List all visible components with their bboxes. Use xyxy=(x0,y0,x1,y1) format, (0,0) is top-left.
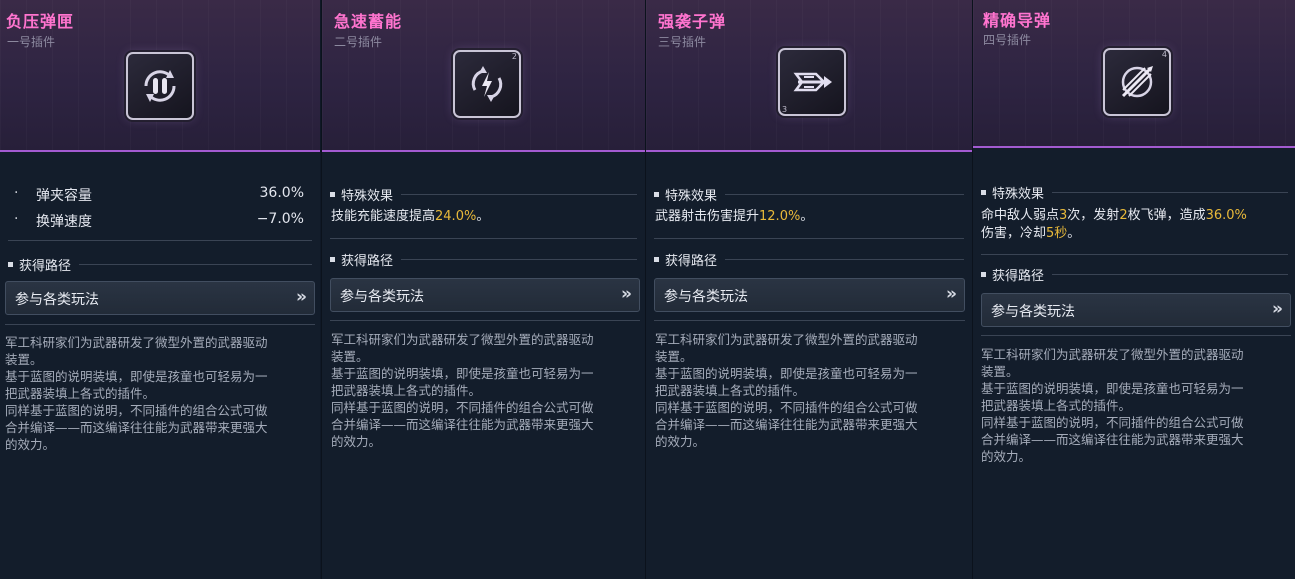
card-header: 强袭子弹 三号插件 3 xyxy=(646,0,972,152)
acquire-path-button[interactable]: 参与各类玩法 » xyxy=(5,281,315,315)
plugin-card-4[interactable]: 精确导弹 四号插件 4 特殊效果 命中敌人弱点3次，发射2枚飞弹，造成36.0% xyxy=(972,0,1295,579)
acquire-heading: 获得路径 xyxy=(8,255,312,274)
chevron-right-icon: » xyxy=(1272,299,1283,319)
stat-value: 36.0% xyxy=(259,185,304,201)
button-label: 参与各类玩法 xyxy=(664,289,748,305)
card-subtitle: 一号插件 xyxy=(7,35,56,49)
acquire-heading: 获得路径 xyxy=(330,250,637,269)
precision-missile-icon: 4 xyxy=(1103,48,1171,116)
effect-text: 技能充能速度提高24.0%。 xyxy=(331,209,490,224)
plugin-card-1[interactable]: 负压弹匣 一号插件 · 弹夹容量 36.0% · 换弹速度 −7.0% 获得路径… xyxy=(0,0,320,579)
acquire-heading: 获得路径 xyxy=(654,250,964,269)
button-label: 参与各类玩法 xyxy=(15,292,99,308)
divider xyxy=(330,238,637,239)
acquire-path-button[interactable]: 参与各类玩法 » xyxy=(654,278,965,312)
acquire-heading: 获得路径 xyxy=(981,265,1288,284)
divider xyxy=(8,240,312,241)
effect-text: 命中敌人弱点3次，发射2枚飞弹，造成36.0% 伤害，冷却5秒。 xyxy=(981,208,1247,241)
divider xyxy=(654,320,965,321)
stat-name: 换弹速度 xyxy=(36,214,92,230)
stat-value: −7.0% xyxy=(256,211,304,227)
lore-text: 军工科研家们为武器研发了微型外置的武器驱动 装置。 基于蓝图的说明装填，即使是孩童也… xyxy=(655,332,918,449)
acquire-path-button[interactable]: 参与各类玩法 » xyxy=(981,293,1291,327)
chevron-right-icon: » xyxy=(946,284,957,304)
divider xyxy=(654,238,964,239)
stat-name: 弹夹容量 xyxy=(36,188,92,204)
card-title: 强袭子弹 xyxy=(658,12,727,31)
card-title: 急速蓄能 xyxy=(334,12,403,31)
divider xyxy=(981,254,1288,255)
plugin-card-2[interactable]: 急速蓄能 二号插件 2 特殊效果 技能充能速度提高24.0%。 获得路径 参与各… xyxy=(321,0,645,579)
effect-heading: 特殊效果 xyxy=(654,185,964,204)
rapid-charge-icon: 2 xyxy=(453,50,521,118)
card-title: 精确导弹 xyxy=(983,11,1052,30)
button-label: 参与各类玩法 xyxy=(991,304,1075,320)
card-header: 负压弹匣 一号插件 xyxy=(0,0,320,152)
card-header: 精确导弹 四号插件 4 xyxy=(973,0,1295,148)
divider xyxy=(5,324,315,325)
card-subtitle: 三号插件 xyxy=(658,35,707,49)
divider xyxy=(330,320,640,321)
card-header: 急速蓄能 二号插件 2 xyxy=(322,0,645,152)
divider xyxy=(981,335,1291,336)
card-subtitle: 四号插件 xyxy=(983,33,1032,47)
acquire-path-button[interactable]: 参与各类玩法 » xyxy=(330,278,640,312)
button-label: 参与各类玩法 xyxy=(340,289,424,305)
lore-text: 军工科研家们为武器研发了微型外置的武器驱动 装置。 基于蓝图的说明装填，即使是孩童也… xyxy=(981,347,1244,464)
chevron-right-icon: » xyxy=(296,287,307,307)
lore-text: 军工科研家们为武器研发了微型外置的武器驱动 装置。 基于蓝图的说明装填，即使是孩童也… xyxy=(5,335,268,452)
assault-bullet-icon: 3 xyxy=(778,48,846,116)
plugin-card-3[interactable]: 强袭子弹 三号插件 3 特殊效果 武器射击伤害提升12.0%。 获得路径 参与各… xyxy=(645,0,972,579)
card-subtitle: 二号插件 xyxy=(334,35,383,49)
chevron-right-icon: » xyxy=(621,284,632,304)
card-title: 负压弹匣 xyxy=(6,12,75,31)
magazine-reload-icon xyxy=(126,52,194,120)
effect-heading: 特殊效果 xyxy=(330,185,637,204)
effect-text: 武器射击伤害提升12.0%。 xyxy=(655,209,814,224)
plugin-card-row: 负压弹匣 一号插件 · 弹夹容量 36.0% · 换弹速度 −7.0% 获得路径… xyxy=(0,0,1295,579)
lore-text: 军工科研家们为武器研发了微型外置的武器驱动 装置。 基于蓝图的说明装填，即使是孩童也… xyxy=(331,332,594,449)
effect-heading: 特殊效果 xyxy=(981,183,1288,202)
